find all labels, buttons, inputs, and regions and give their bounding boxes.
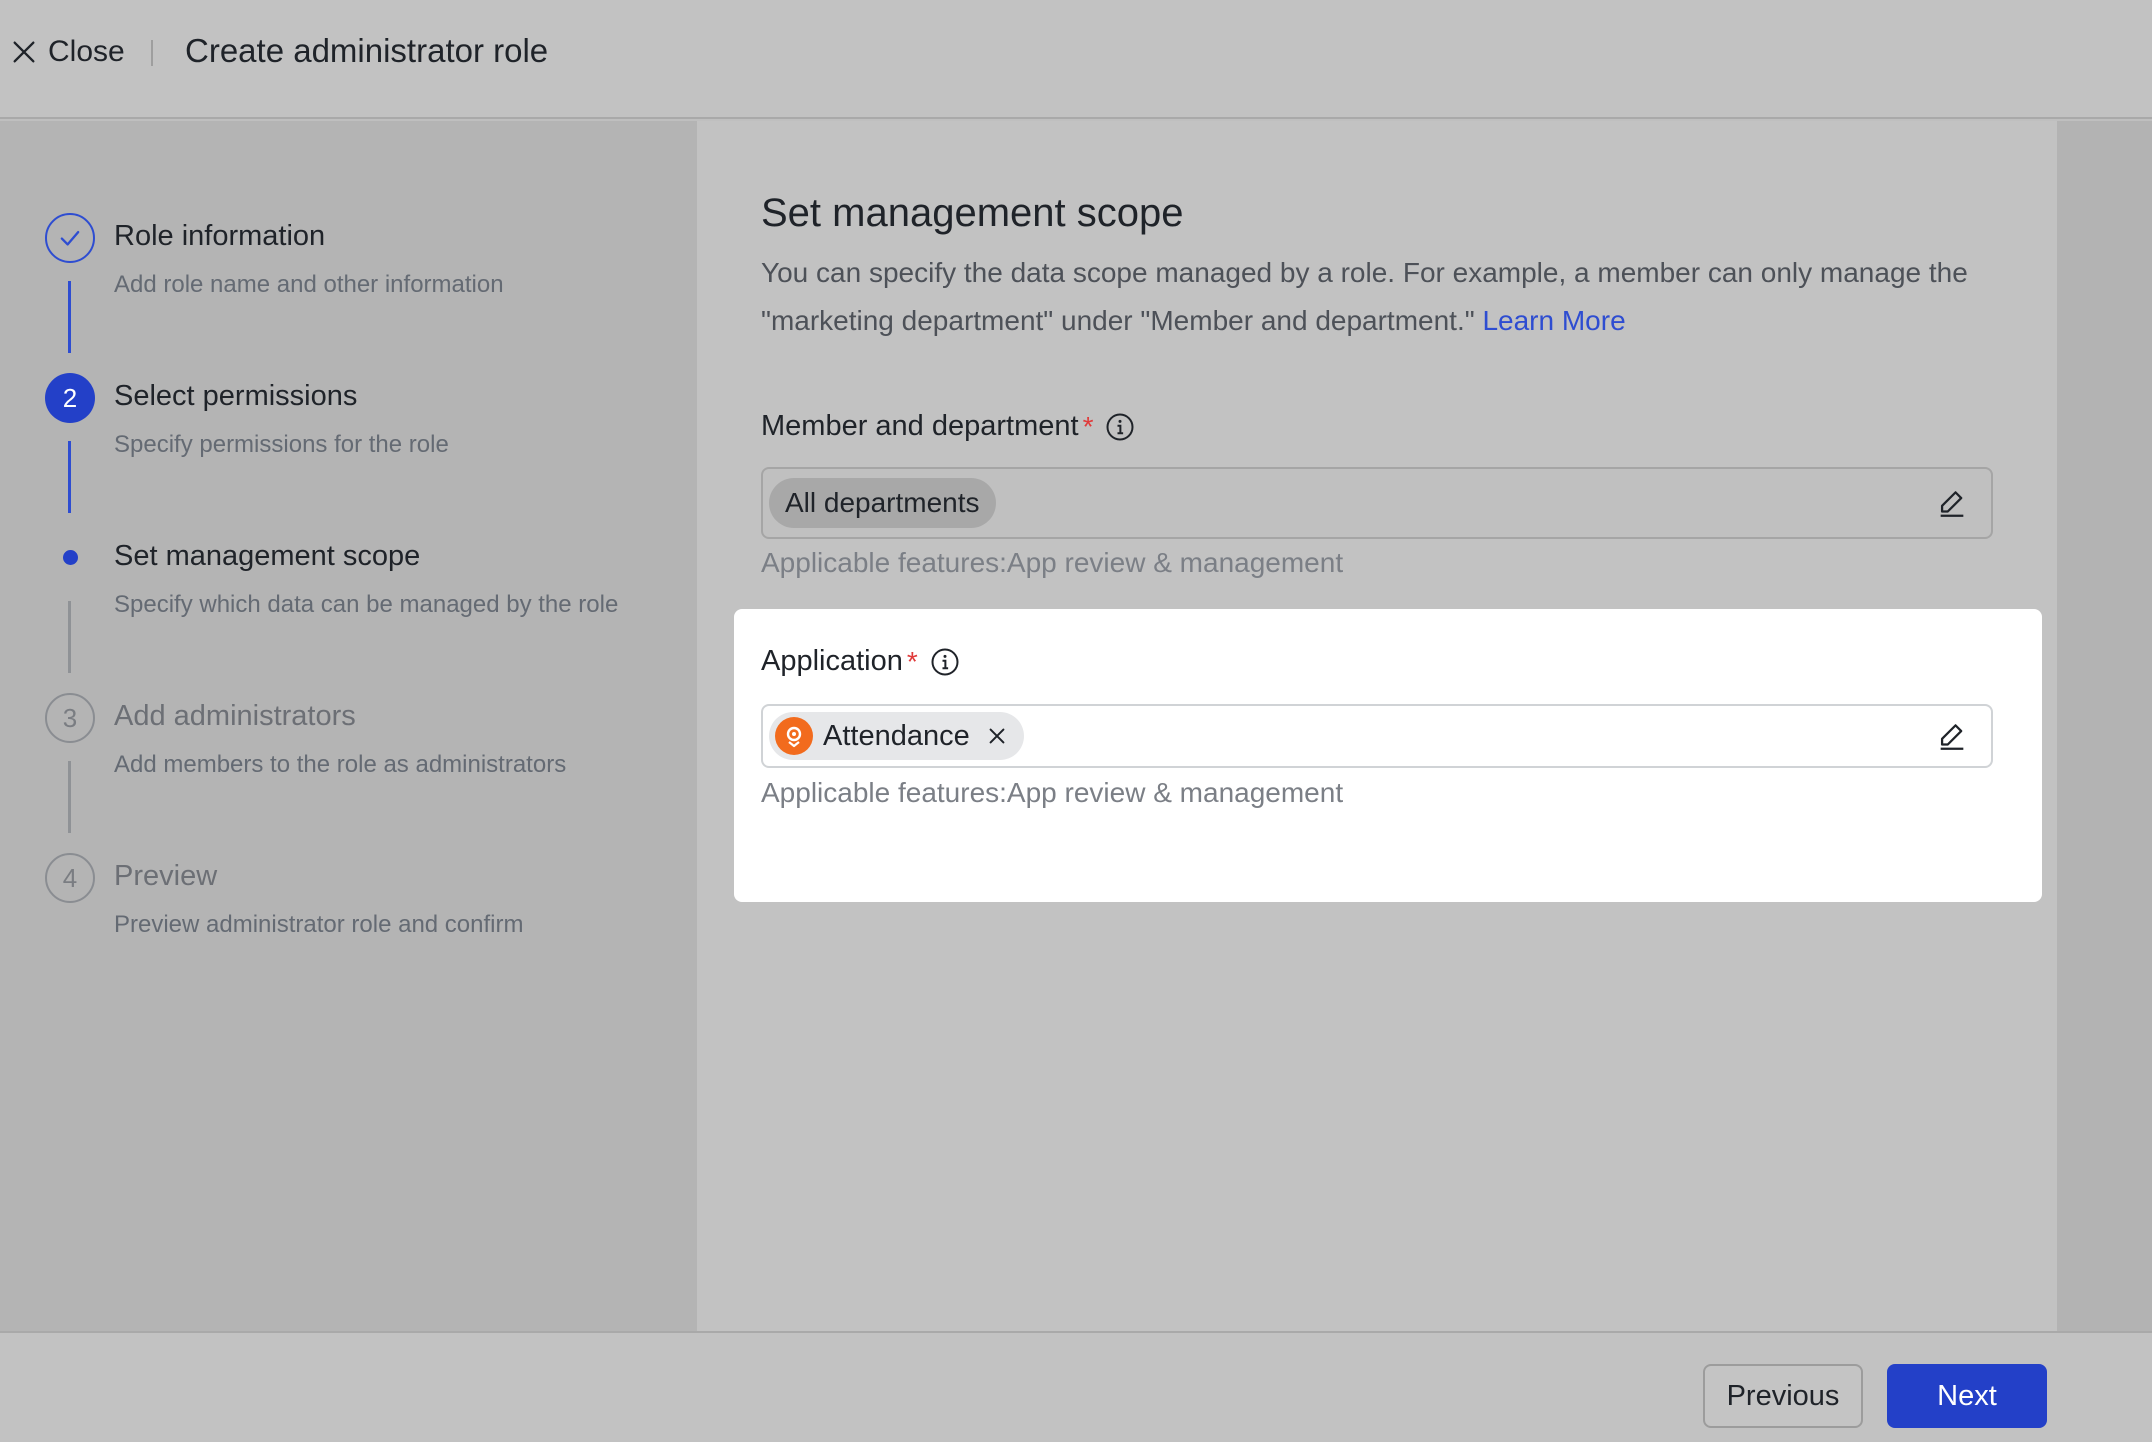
step-1-marker <box>45 213 95 263</box>
step-4-marker: 4 <box>45 853 95 903</box>
edit-icon[interactable] <box>1935 486 1969 520</box>
required-mark: * <box>1082 410 1094 442</box>
close-icon <box>13 41 35 63</box>
step-3-connector <box>68 761 71 833</box>
step-3-title: Add administrators <box>114 700 356 732</box>
right-margin <box>2057 121 2152 1331</box>
step-2-marker: 2 <box>45 373 95 423</box>
section-description: You can specify the data scope managed b… <box>761 249 2021 345</box>
step-4-title: Preview <box>114 860 218 892</box>
department-tag: All departments <box>769 478 996 528</box>
close-label: Close <box>48 35 125 68</box>
step-2-title: Select permissions <box>114 380 358 412</box>
member-department-hint: Applicable features:App review & managem… <box>761 547 1344 578</box>
next-button[interactable]: Next <box>1887 1364 2047 1428</box>
edit-icon[interactable] <box>1935 719 1969 753</box>
application-label-text: Application <box>761 645 903 677</box>
page-title: Create administrator role <box>185 32 549 69</box>
header-divider <box>151 40 153 66</box>
footer-bar: Previous Next <box>0 1331 2152 1442</box>
current-step-dot <box>45 532 95 582</box>
step-current-desc: Specify which data can be managed by the… <box>114 591 619 618</box>
check-icon <box>60 231 80 246</box>
remove-tag-icon[interactable] <box>986 725 1008 747</box>
attendance-app-icon <box>775 717 813 755</box>
step-1-connector <box>68 281 71 353</box>
step-3-marker: 3 <box>45 693 95 743</box>
member-department-label: Member and department * <box>761 410 1135 443</box>
main-content: Set management scope You can specify the… <box>697 121 2057 1331</box>
step-2-connector <box>68 441 71 513</box>
attendance-logo-icon <box>786 726 802 748</box>
application-field[interactable]: Attendance <box>761 704 1993 768</box>
application-hint: Applicable features:App review & managem… <box>761 777 1344 808</box>
application-label: Application * <box>761 645 960 678</box>
close-button[interactable]: Close <box>10 30 125 74</box>
header-bar: Close Create administrator role <box>0 0 2152 119</box>
member-department-label-text: Member and department <box>761 410 1079 442</box>
step-1-title: Role information <box>114 220 326 252</box>
previous-button[interactable]: Previous <box>1703 1364 1863 1428</box>
step-2-desc: Specify permissions for the role <box>114 431 449 458</box>
step-3-desc: Add members to the role as administrator… <box>114 751 567 778</box>
section-title: Set management scope <box>761 191 1184 235</box>
info-icon[interactable] <box>930 647 960 677</box>
required-mark: * <box>906 645 918 677</box>
member-department-field[interactable]: All departments <box>761 467 1993 539</box>
description-text: You can specify the data scope managed b… <box>761 257 1968 336</box>
info-icon[interactable] <box>1105 412 1135 442</box>
step-1-desc: Add role name and other information <box>114 271 504 298</box>
step-4-desc: Preview administrator role and confirm <box>114 911 524 938</box>
learn-more-link[interactable]: Learn More <box>1482 305 1625 336</box>
step-current-title: Set management scope <box>114 540 421 572</box>
application-tag-label: Attendance <box>823 719 970 752</box>
application-tag: Attendance <box>769 712 1024 760</box>
steps-panel: Role information Add role name and other… <box>0 121 697 1331</box>
application-card: Application * Attendance Applicable feat… <box>734 609 2042 902</box>
step-current-connector <box>68 601 71 673</box>
